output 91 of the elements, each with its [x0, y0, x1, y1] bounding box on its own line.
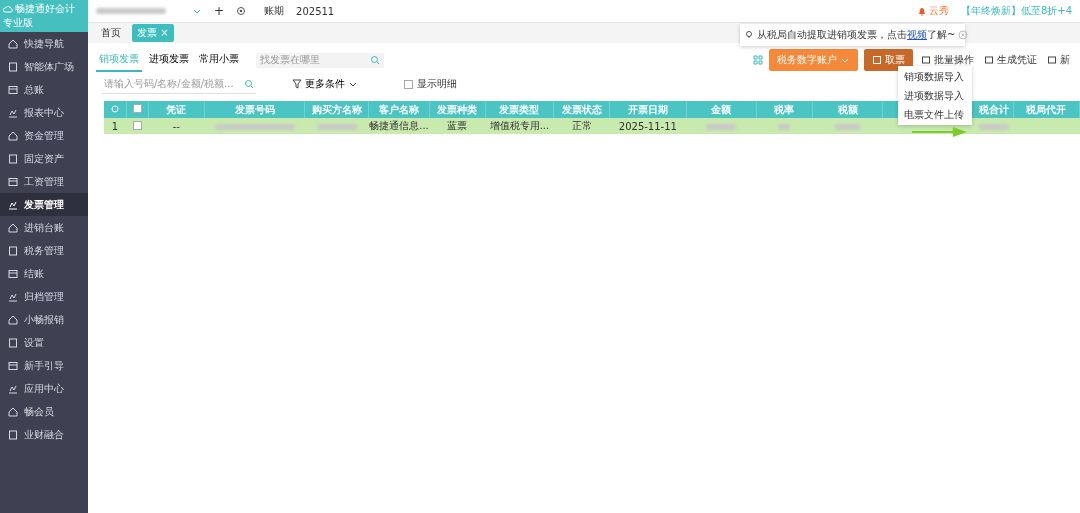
sidebar-item[interactable]: 快捷导航: [0, 32, 88, 55]
toolbar-button[interactable]: 生成凭证: [982, 49, 1039, 71]
table-cell: 2025-11-11: [618, 120, 677, 132]
document-icon: [1047, 55, 1057, 65]
column-header: 税额: [812, 101, 883, 118]
blurred-value: [778, 123, 791, 130]
blurred-value: [706, 123, 737, 130]
period-value: 202511: [296, 5, 335, 17]
column-header: 发票状态: [553, 101, 610, 118]
page-tab[interactable]: 首页: [96, 24, 126, 42]
blurred-value: [835, 123, 861, 130]
sidebar-item[interactable]: 智能体广场: [0, 55, 88, 78]
sidebar-item[interactable]: 小畅报销: [0, 308, 88, 331]
blurred-value: [316, 123, 357, 130]
menu-item-icon: [8, 337, 18, 348]
product-name: 畅捷通好会计: [15, 2, 75, 16]
sidebar-item[interactable]: 归档管理: [0, 285, 88, 308]
table-cell: 正常: [571, 120, 592, 131]
menu-item-icon: [8, 314, 18, 325]
table-cell: --: [172, 120, 180, 132]
column-header: 发票号码: [204, 101, 305, 118]
menu-item-icon: [8, 199, 18, 210]
period-label: 账期: [264, 4, 285, 18]
table-cell: 畅捷通信息...: [369, 120, 429, 131]
more-filters-button[interactable]: 更多条件: [286, 76, 364, 92]
sidebar-item[interactable]: 税务管理: [0, 239, 88, 262]
sidebar-item[interactable]: 结账: [0, 262, 88, 285]
column-header: 凭证: [148, 101, 205, 118]
column-header: 税率: [756, 101, 813, 118]
menu-item-icon: [8, 61, 18, 72]
sidebar-item[interactable]: 总账: [0, 78, 88, 101]
row-number: 1: [104, 118, 127, 134]
edition-label: 专业版: [3, 16, 34, 30]
menu-item-icon: [8, 291, 18, 302]
column-header: 开票日期: [609, 101, 686, 118]
video-link[interactable]: 视频: [907, 29, 927, 40]
menu-item-icon: [8, 130, 18, 141]
sidebar-item[interactable]: 工资管理: [0, 170, 88, 193]
checkbox[interactable]: [132, 104, 142, 113]
menu-item-icon: [8, 406, 18, 417]
sidebar-item[interactable]: 固定资产: [0, 147, 88, 170]
column-header: 购买方名称: [304, 101, 369, 118]
menu-item-icon: [8, 222, 18, 233]
document-icon: [921, 55, 931, 65]
sidebar-item[interactable]: 进销台账: [0, 216, 88, 239]
menu-item-icon: [8, 268, 18, 279]
column-header: 发票类型: [485, 101, 554, 118]
blurred-company-name: [96, 8, 166, 14]
blurred-value: [979, 123, 1010, 130]
menu-item-icon: [8, 383, 18, 394]
column-header: 税局代开: [1013, 101, 1080, 118]
sidebar-item[interactable]: 业财融合: [0, 423, 88, 446]
search-icon: [370, 55, 380, 65]
checkbox[interactable]: [404, 79, 413, 89]
table-cell: 蓝票: [447, 120, 468, 131]
checkbox[interactable]: [132, 120, 142, 130]
sidebar-item[interactable]: 设置: [0, 331, 88, 354]
toolbar-button[interactable]: 新: [1045, 49, 1072, 71]
search-icon: [244, 78, 254, 89]
column-header: 客户名称: [368, 101, 430, 118]
menu-item-icon: [8, 176, 18, 187]
table-cell: 增值税专用...: [489, 120, 550, 131]
menu-item-icon: [8, 38, 18, 49]
sidebar-item[interactable]: 资金管理: [0, 124, 88, 147]
sidebar-item[interactable]: 畅会员: [0, 400, 88, 423]
column-header: 金额: [686, 101, 757, 118]
arrow-icon: [912, 127, 967, 137]
menu-item-icon: [8, 360, 18, 371]
tooltip-text: 从税局自动提取进销项发票，点击视频了解~: [757, 28, 956, 42]
invoice-tab[interactable]: 常用小票: [196, 48, 242, 72]
checkbox-label: 显示明细: [417, 77, 457, 91]
qr-code-icon[interactable]: [753, 55, 763, 65]
menu-item-icon: [8, 429, 18, 440]
sidebar-item[interactable]: 报表中心: [0, 101, 88, 124]
close-icon[interactable]: [958, 30, 969, 40]
menu-item-icon: [8, 84, 18, 95]
invoice-tab[interactable]: 进项发票: [146, 48, 192, 72]
settings-icon[interactable]: [236, 6, 247, 16]
sidebar-item[interactable]: 新手引导: [0, 354, 88, 377]
menu-item-icon: [8, 153, 18, 164]
sidebar-item[interactable]: 发票管理: [0, 193, 88, 216]
add-button[interactable]: +: [214, 4, 225, 18]
fetch-invoice-button[interactable]: 取票: [864, 49, 913, 71]
column-header: 发票种类: [429, 101, 486, 118]
filter-icon: [292, 79, 302, 89]
menu-item-icon: [8, 245, 18, 256]
bell-icon[interactable]: [916, 6, 927, 16]
cloud-icon: [3, 4, 13, 14]
menu-item-icon: [8, 107, 18, 118]
sidebar-item[interactable]: 应用中心: [0, 377, 88, 400]
document-icon: [984, 55, 994, 65]
